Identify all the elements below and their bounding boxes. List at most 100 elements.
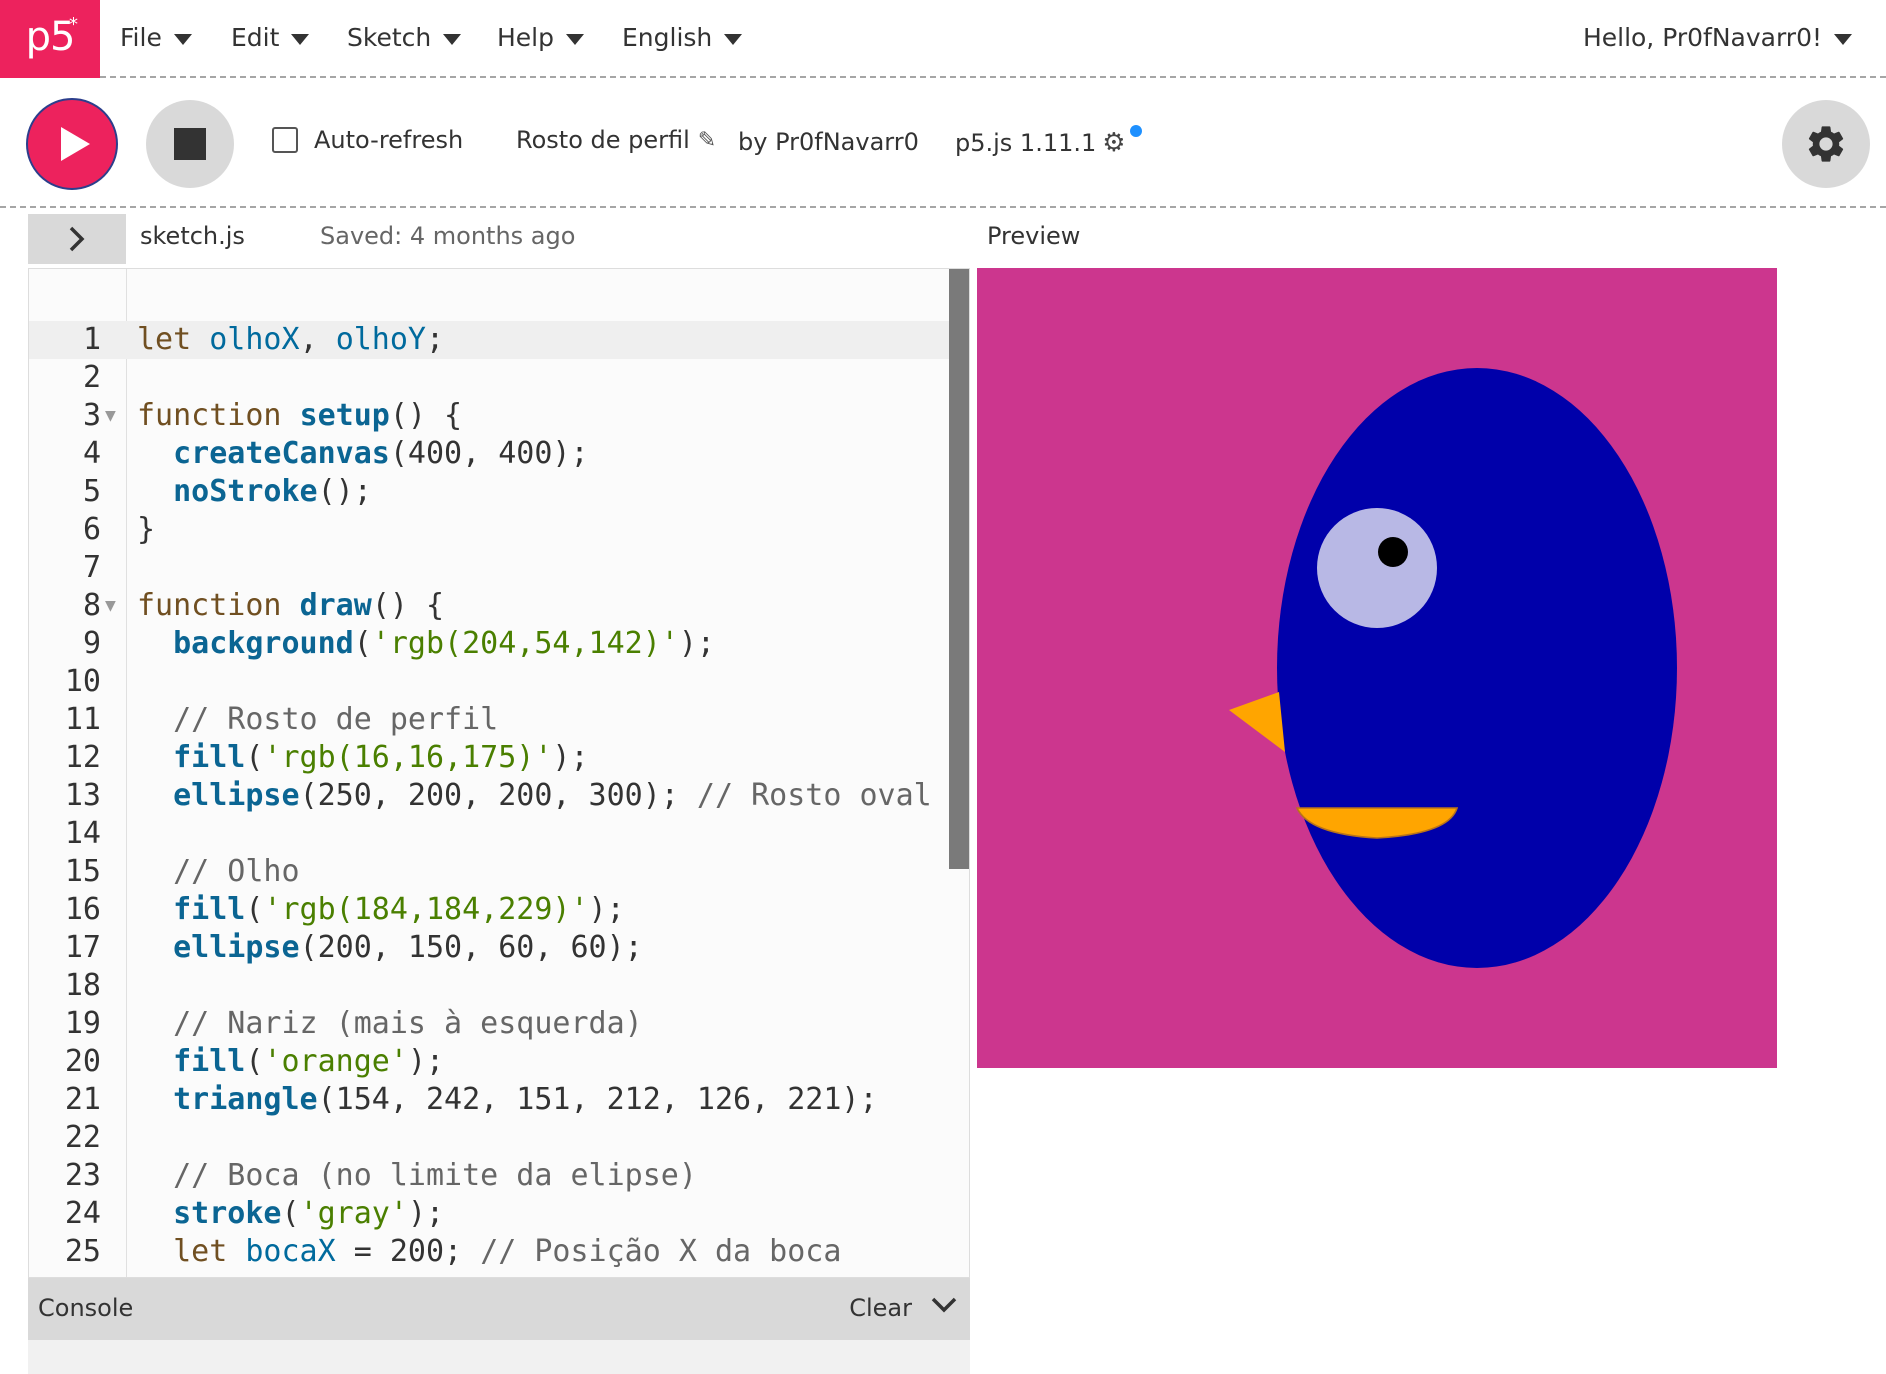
auto-refresh-checkbox[interactable] (272, 127, 298, 153)
face-ellipse (1277, 368, 1677, 968)
code-line[interactable]: 21 triangle(154, 242, 151, 212, 126, 221… (29, 1081, 949, 1119)
sidebar-toggle-button[interactable] (28, 214, 126, 264)
code-line[interactable]: 1 let olhoX, olhoY; (29, 321, 949, 359)
code-line[interactable]: 7 (29, 549, 949, 587)
pencil-icon[interactable]: ✎ (698, 128, 716, 153)
code-text: stroke('gray'); (137, 1195, 444, 1233)
code-line[interactable]: 18 (29, 967, 949, 1005)
code-text: // Nariz (mais à esquerda) (137, 1005, 643, 1043)
code-line[interactable]: 11 // Rosto de perfil (29, 701, 949, 739)
code-line[interactable]: 6} (29, 511, 949, 549)
line-number: 2 (82, 360, 101, 395)
line-number: 12 (64, 740, 101, 775)
code-token: noStroke (173, 474, 318, 509)
code-line[interactable]: 5 noStroke(); (29, 473, 949, 511)
fold-arrow-icon[interactable]: ▼ (105, 397, 116, 435)
code-text: createCanvas(400, 400); (137, 435, 589, 473)
code-text: fill('orange'); (137, 1043, 444, 1081)
code-token: ellipse (173, 930, 300, 965)
settings-button[interactable] (1782, 100, 1870, 188)
code-line[interactable]: 17 ellipse(200, 150, 60, 60); (29, 929, 949, 967)
line-number: 4 (82, 436, 101, 471)
auto-refresh-toggle[interactable]: Auto-refresh (272, 126, 463, 154)
code-line[interactable]: 15 // Olho (29, 853, 949, 891)
code-text: background('rgb(204,54,142)'); (137, 625, 715, 663)
code-token: (400, 400); (389, 436, 589, 471)
editor-scrollbar[interactable] (949, 269, 969, 869)
code-line[interactable]: 19 // Nariz (mais à esquerda) (29, 1005, 949, 1043)
code-line[interactable]: 4 createCanvas(400, 400); (29, 435, 949, 473)
user-menu[interactable]: Hello, Pr0fNavarr0! (1583, 0, 1852, 74)
code-token: fill (173, 740, 246, 775)
code-line[interactable]: 25 let bocaX = 200; // Posição X da boca (29, 1233, 949, 1271)
menu-sketch[interactable]: Sketch (347, 0, 462, 74)
code-line[interactable]: 10 (29, 663, 949, 701)
console-header: Console Clear (28, 1278, 970, 1340)
p5-version[interactable]: p5.js 1.11.1 ⚙ (955, 125, 1142, 158)
code-line[interactable]: 20 fill('orange'); (29, 1043, 949, 1081)
line-number: 18 (64, 968, 101, 1003)
fold-arrow-icon[interactable]: ▼ (105, 587, 116, 625)
menu-language[interactable]: English (622, 0, 743, 74)
code-token: ); (407, 1044, 445, 1079)
line-number: 22 (64, 1120, 101, 1155)
console-clear-button[interactable]: Clear (849, 1294, 912, 1322)
file-name[interactable]: sketch.js (140, 222, 245, 250)
code-token: // Boca (no limite da elipse) (173, 1158, 697, 1193)
code-token: let (173, 1234, 246, 1269)
line-number: 20 (64, 1044, 101, 1079)
code-token: () { (389, 398, 463, 433)
code-line[interactable]: 12 fill('rgb(16,16,175)'); (29, 739, 949, 777)
chevron-right-icon (69, 226, 85, 252)
code-line[interactable]: 13 ellipse(250, 200, 200, 300); // Rosto… (29, 777, 949, 815)
code-token: // Nariz (mais à esquerda) (173, 1006, 643, 1041)
code-token: } (137, 512, 156, 547)
code-line[interactable]: 2 (29, 359, 949, 397)
code-text: fill('rgb(184,184,229)'); (137, 891, 625, 929)
code-line[interactable]: 3 ▼ function setup() { (29, 397, 949, 435)
line-number: 16 (64, 892, 101, 927)
line-number: 3 (82, 398, 101, 433)
play-button[interactable] (26, 98, 118, 190)
menu-edit[interactable]: Edit (231, 0, 310, 74)
code-line[interactable]: 23 // Boca (no limite da elipse) (29, 1157, 949, 1195)
menu-file[interactable]: File (120, 0, 192, 74)
menu-help[interactable]: Help (497, 0, 584, 74)
code-token: olhoY (335, 322, 426, 357)
code-lines[interactable]: 1 let olhoX, olhoY; 2 3 ▼ function setup() {4… (29, 321, 949, 1271)
sketch-name[interactable]: Rosto de perfil ✎ (516, 126, 716, 154)
gear-icon[interactable]: ⚙ (1102, 128, 1125, 158)
p5-logo[interactable]: p5 * (0, 0, 100, 78)
code-token: fill (173, 892, 246, 927)
notification-dot (1129, 125, 1142, 137)
code-token: (154, 242, 151, 212, 126, 221); (317, 1082, 878, 1117)
chevron-down-icon (566, 33, 584, 45)
code-line[interactable]: 24 stroke('gray'); (29, 1195, 949, 1233)
play-icon (60, 127, 90, 161)
code-line[interactable]: 9 background('rgb(204,54,142)'); (29, 625, 949, 663)
sketch-author[interactable]: by Pr0fNavarr0 (738, 128, 919, 156)
code-line[interactable]: 16 fill('rgb(184,184,229)'); (29, 891, 949, 929)
line-number: 7 (82, 550, 101, 585)
code-line[interactable]: 22 (29, 1119, 949, 1157)
code-line[interactable]: 8 ▼ function draw() { (29, 587, 949, 625)
preview-label: Preview (987, 222, 1081, 250)
code-token: function (137, 398, 300, 433)
code-text: ellipse(200, 150, 60, 60); (137, 929, 643, 967)
code-text: let bocaX = 200; // Posição X da boca (137, 1233, 841, 1271)
code-token: ( (353, 626, 372, 661)
preview-canvas[interactable] (977, 268, 1777, 1068)
code-text: triangle(154, 242, 151, 212, 126, 221); (137, 1081, 878, 1119)
code-line[interactable]: 14 (29, 815, 949, 853)
code-token: ); (407, 1196, 445, 1231)
console-collapse-button[interactable] (930, 1294, 958, 1320)
code-text: fill('rgb(16,16,175)'); (137, 739, 588, 777)
code-editor[interactable]: 1 let olhoX, olhoY; 2 3 ▼ function setup() {4… (28, 268, 970, 1278)
stop-button[interactable] (146, 100, 234, 188)
code-token: // Olho (173, 854, 300, 889)
